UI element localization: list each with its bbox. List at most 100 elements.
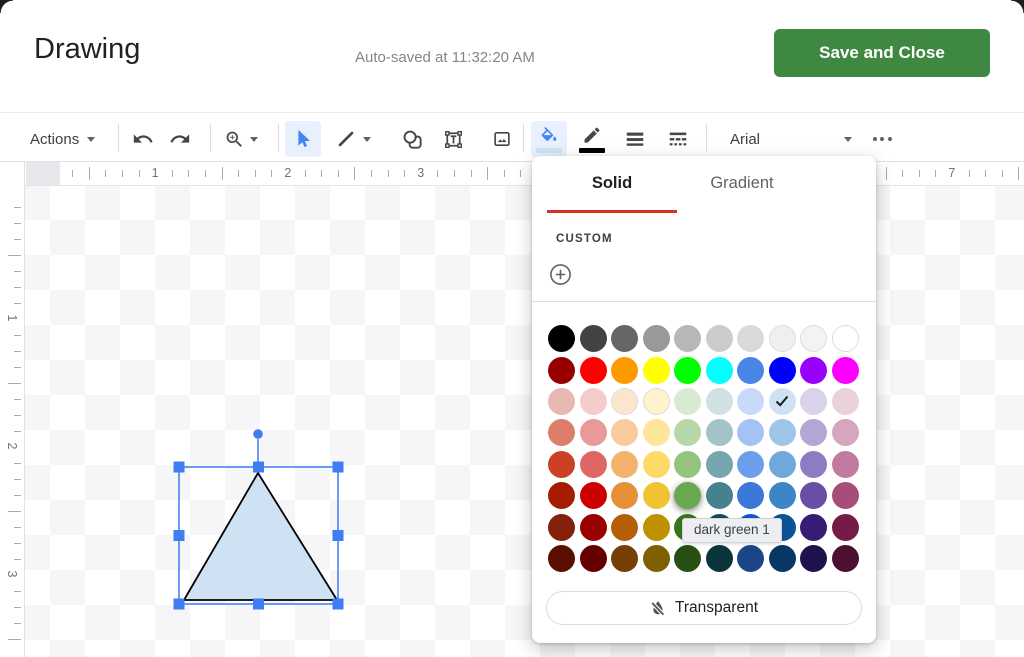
color-swatch[interactable] bbox=[832, 482, 859, 509]
color-swatch[interactable] bbox=[832, 545, 859, 572]
color-swatch[interactable] bbox=[769, 419, 796, 446]
resize-handle-ne[interactable] bbox=[333, 462, 344, 473]
resize-handle-e[interactable] bbox=[333, 530, 344, 541]
transparent-button[interactable]: Transparent bbox=[546, 591, 862, 625]
color-swatch[interactable] bbox=[643, 325, 670, 352]
insert-image-button[interactable] bbox=[484, 121, 520, 157]
color-swatch[interactable] bbox=[737, 545, 764, 572]
color-swatch[interactable] bbox=[800, 545, 827, 572]
save-and-close-button[interactable]: Save and Close bbox=[774, 29, 990, 77]
color-swatch[interactable] bbox=[643, 388, 670, 415]
color-swatch[interactable] bbox=[706, 325, 733, 352]
color-swatch[interactable] bbox=[580, 357, 607, 384]
color-swatch[interactable] bbox=[737, 357, 764, 384]
color-swatch[interactable] bbox=[548, 325, 575, 352]
color-swatch[interactable] bbox=[643, 419, 670, 446]
resize-handle-n[interactable] bbox=[253, 462, 264, 473]
color-swatch[interactable] bbox=[800, 482, 827, 509]
font-selector[interactable]: Arial bbox=[714, 121, 862, 157]
color-swatch[interactable] bbox=[800, 514, 827, 541]
color-swatch[interactable] bbox=[832, 357, 859, 384]
resize-handle-se[interactable] bbox=[333, 599, 344, 610]
color-swatch[interactable] bbox=[769, 388, 796, 415]
zoom-button[interactable] bbox=[217, 121, 265, 157]
color-swatch[interactable] bbox=[548, 482, 575, 509]
color-swatch[interactable] bbox=[643, 482, 670, 509]
color-swatch[interactable] bbox=[548, 419, 575, 446]
color-swatch[interactable] bbox=[580, 388, 607, 415]
resize-handle-s[interactable] bbox=[253, 599, 264, 610]
color-swatch[interactable] bbox=[611, 514, 638, 541]
triangle-shape[interactable] bbox=[184, 473, 337, 600]
resize-handle-sw[interactable] bbox=[174, 599, 185, 610]
color-swatch[interactable] bbox=[737, 419, 764, 446]
color-swatch[interactable] bbox=[611, 357, 638, 384]
color-swatch[interactable] bbox=[737, 325, 764, 352]
text-box-button[interactable] bbox=[435, 121, 471, 157]
color-swatch[interactable] bbox=[706, 482, 733, 509]
color-swatch[interactable] bbox=[674, 482, 701, 509]
color-swatch[interactable] bbox=[706, 451, 733, 478]
tab-solid[interactable]: Solid bbox=[547, 156, 677, 213]
color-swatch[interactable] bbox=[643, 451, 670, 478]
fill-color-button[interactable] bbox=[531, 121, 567, 157]
undo-button[interactable] bbox=[125, 121, 161, 157]
color-swatch[interactable] bbox=[800, 357, 827, 384]
color-swatch[interactable] bbox=[800, 451, 827, 478]
border-color-button[interactable] bbox=[574, 121, 610, 157]
select-tool-button[interactable] bbox=[285, 121, 321, 157]
color-swatch[interactable] bbox=[832, 388, 859, 415]
color-swatch[interactable] bbox=[611, 451, 638, 478]
redo-button[interactable] bbox=[162, 121, 198, 157]
color-swatch[interactable] bbox=[769, 545, 796, 572]
color-swatch[interactable] bbox=[611, 419, 638, 446]
color-swatch[interactable] bbox=[674, 451, 701, 478]
border-dash-button[interactable] bbox=[660, 121, 696, 157]
color-swatch[interactable] bbox=[674, 357, 701, 384]
color-swatch[interactable] bbox=[548, 388, 575, 415]
color-swatch[interactable] bbox=[674, 545, 701, 572]
color-swatch[interactable] bbox=[706, 357, 733, 384]
color-swatch[interactable] bbox=[737, 482, 764, 509]
border-weight-button[interactable] bbox=[617, 121, 653, 157]
color-swatch[interactable] bbox=[580, 482, 607, 509]
color-swatch[interactable] bbox=[737, 388, 764, 415]
color-swatch[interactable] bbox=[769, 357, 796, 384]
color-swatch[interactable] bbox=[548, 451, 575, 478]
color-swatch[interactable] bbox=[580, 545, 607, 572]
color-swatch[interactable] bbox=[580, 451, 607, 478]
color-swatch[interactable] bbox=[832, 451, 859, 478]
color-swatch[interactable] bbox=[580, 419, 607, 446]
color-swatch[interactable] bbox=[643, 545, 670, 572]
color-swatch[interactable] bbox=[674, 388, 701, 415]
color-swatch[interactable] bbox=[769, 482, 796, 509]
line-tool-button[interactable] bbox=[328, 121, 378, 157]
color-swatch[interactable] bbox=[611, 388, 638, 415]
color-swatch[interactable] bbox=[737, 451, 764, 478]
add-custom-color-button[interactable] bbox=[549, 263, 572, 286]
tab-gradient[interactable]: Gradient bbox=[677, 156, 807, 213]
color-swatch[interactable] bbox=[800, 325, 827, 352]
resize-handle-w[interactable] bbox=[174, 530, 185, 541]
color-swatch[interactable] bbox=[706, 388, 733, 415]
color-swatch[interactable] bbox=[611, 325, 638, 352]
actions-menu-button[interactable]: Actions bbox=[30, 121, 95, 157]
color-swatch[interactable] bbox=[832, 514, 859, 541]
color-swatch[interactable] bbox=[800, 388, 827, 415]
color-swatch[interactable] bbox=[706, 545, 733, 572]
color-swatch[interactable] bbox=[706, 419, 733, 446]
color-swatch[interactable] bbox=[580, 325, 607, 352]
color-swatch[interactable] bbox=[800, 419, 827, 446]
color-swatch[interactable] bbox=[832, 419, 859, 446]
color-swatch[interactable] bbox=[548, 357, 575, 384]
shape-tool-button[interactable] bbox=[394, 121, 430, 157]
color-swatch[interactable] bbox=[611, 545, 638, 572]
color-swatch[interactable] bbox=[580, 514, 607, 541]
color-swatch[interactable] bbox=[643, 514, 670, 541]
color-swatch[interactable] bbox=[643, 357, 670, 384]
color-swatch[interactable] bbox=[611, 482, 638, 509]
color-swatch[interactable] bbox=[769, 325, 796, 352]
color-swatch[interactable] bbox=[674, 325, 701, 352]
resize-handle-nw[interactable] bbox=[174, 462, 185, 473]
color-swatch[interactable] bbox=[548, 514, 575, 541]
